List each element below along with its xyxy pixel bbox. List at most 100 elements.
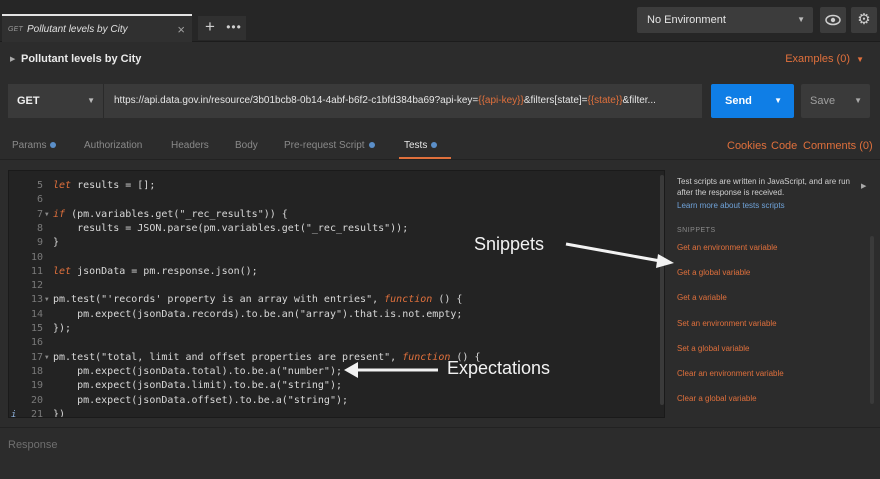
code-text: pm.expect(jsonData.offset).to.be.a("stri… — [53, 394, 348, 408]
url-input[interactable]: https://api.data.gov.in/resource/3b01bcb… — [104, 84, 702, 118]
new-tab-button[interactable]: + — [198, 16, 222, 40]
top-bar: GET Pollutant levels by City × + ••• No … — [0, 0, 880, 42]
active-tab-indicator — [399, 157, 451, 159]
url-mid: &filters[state]= — [523, 95, 588, 106]
code-line[interactable]: 19 pm.expect(jsonData.limit).to.be.a("st… — [9, 379, 664, 393]
line-number: 5 — [36, 180, 43, 191]
learn-more-link[interactable]: Learn more about tests scripts — [677, 201, 785, 210]
code-line[interactable]: 14 pm.expect(jsonData.records).to.be.an(… — [9, 308, 664, 322]
snippet-link[interactable]: Set a global variable — [677, 344, 750, 353]
code-link[interactable]: Code — [771, 140, 797, 152]
code-line[interactable]: 12 — [9, 279, 664, 293]
line-number: 16 — [30, 337, 43, 349]
chevron-down-icon[interactable]: ▼ — [856, 55, 864, 64]
code-line[interactable]: 20 pm.expect(jsonData.offset).to.be.a("s… — [9, 394, 664, 408]
code-line[interactable]: i 21}) — [9, 408, 664, 417]
snippet-link[interactable]: Get a global variable — [677, 268, 750, 277]
tab-prerequest-script[interactable]: Pre-request Script — [284, 140, 375, 151]
tests-code-editor[interactable]: 5 let results = []; 6 7 ▼ if (pm.variables.ge… — [8, 170, 665, 418]
save-button[interactable]: Save ▼ — [801, 84, 870, 118]
chevron-down-icon[interactable]: ▼ — [854, 84, 862, 118]
tab-authorization[interactable]: Authorization — [84, 140, 142, 151]
code-token: pm.expect(jsonData.total).to.be.a("numbe… — [53, 365, 342, 377]
code-line[interactable]: 13 ▼ pm.test("'records' property is an arr… — [9, 293, 664, 307]
editor-scrollbar[interactable] — [660, 175, 664, 405]
code-token: pm.expect(jsonData.offset).to.be.a("stri… — [53, 394, 349, 406]
expand-arrow-icon[interactable]: ▶ — [10, 55, 15, 63]
request-tab[interactable]: GET Pollutant levels by City × — [2, 14, 192, 42]
tab-tests[interactable]: Tests — [404, 140, 438, 151]
snippet-link[interactable]: Get a variable — [677, 293, 727, 302]
line-number: 18 — [30, 365, 43, 377]
chevron-down-icon: ▼ — [797, 15, 805, 24]
environment-select[interactable]: No Environment ▼ — [637, 7, 813, 33]
fold-icon[interactable]: ▼ — [45, 208, 49, 222]
status-dot — [368, 142, 375, 149]
code-text: }) — [53, 408, 65, 417]
tab-params-label: Params — [12, 140, 47, 151]
code-text: if (pm.variables.get("_rec_results")) { — [53, 208, 288, 222]
more-tabs-button[interactable]: ••• — [222, 16, 246, 40]
code-token: () { — [432, 294, 463, 306]
code-token: pm.test("'records' property is an array … — [53, 294, 385, 306]
code-token: jsonData = pm.response.json(); — [71, 265, 258, 277]
method-value: GET — [17, 95, 40, 107]
line-number: 15 — [30, 323, 43, 334]
line-number: 13 — [30, 294, 43, 306]
line-number: 20 — [30, 394, 43, 406]
code-line[interactable]: 16 — [9, 336, 664, 350]
tab-headers[interactable]: Headers — [171, 140, 209, 151]
chevron-down-icon[interactable]: ▼ — [774, 84, 782, 118]
request-name-row: ▶ Pollutant levels by City Examples (0) … — [0, 43, 880, 77]
method-select[interactable]: GET ▼ — [8, 84, 104, 118]
fold-icon[interactable]: ▼ — [45, 351, 49, 365]
send-label: Send — [725, 95, 752, 107]
fold-icon[interactable]: ▼ — [45, 293, 49, 307]
eye-icon[interactable] — [820, 7, 846, 33]
url-suffix: &filter... — [622, 95, 656, 106]
code-line[interactable]: 15}); — [9, 322, 664, 336]
send-button[interactable]: Send ▼ — [711, 84, 794, 118]
save-label: Save — [810, 95, 836, 107]
code-line[interactable]: 5 let results = []; — [9, 179, 664, 193]
gear-icon[interactable]: ⚙ — [851, 7, 877, 33]
url-row: GET ▼ https://api.data.gov.in/resource/3… — [0, 84, 880, 118]
code-line[interactable]: 8 results = JSON.parse(pm.variables.get(… — [9, 222, 664, 236]
code-token: results = JSON.parse(pm.variables.get("_… — [53, 222, 409, 234]
code-keyword: let — [53, 265, 72, 277]
snippet-link[interactable]: Get an environment variable — [677, 243, 778, 252]
code-line[interactable]: 7 ▼ if (pm.variables.get("_rec_results")) … — [9, 208, 664, 222]
tab-params[interactable]: Params — [12, 140, 57, 151]
cookies-link[interactable]: Cookies — [727, 140, 767, 152]
snippets-sidebar: Test scripts are written in JavaScript, … — [670, 170, 880, 420]
code-text: pm.expect(jsonData.total).to.be.a("numbe… — [53, 365, 342, 379]
snippet-link[interactable]: Clear an environment variable — [677, 369, 784, 378]
collapse-sidebar-icon[interactable]: ▶ — [861, 182, 866, 190]
code-text: pm.expect(jsonData.records).to.be.an("ar… — [53, 308, 462, 322]
tab-body[interactable]: Body — [235, 140, 258, 151]
code-line[interactable]: 6 — [9, 193, 664, 207]
snippet-link[interactable]: Set an environment variable — [677, 319, 777, 328]
request-subtabs: Params Authorization Headers Body Pre-re… — [0, 132, 880, 160]
snippets-arrow-icon — [565, 242, 674, 268]
line-number: 12 — [30, 280, 43, 292]
url-var-state: {{state}} — [587, 95, 623, 106]
close-icon[interactable]: × — [177, 22, 185, 37]
expectations-annotation: Expectations — [447, 358, 551, 378]
tab-prerequest-label: Pre-request Script — [284, 140, 365, 151]
comments-link[interactable]: Comments (0) — [803, 140, 873, 152]
url-prefix: https://api.data.gov.in/resource/3b01bcb… — [114, 95, 479, 106]
code-line[interactable]: 18 pm.expect(jsonData.total).to.be.a("nu… — [9, 365, 664, 379]
code-text: let results = []; — [53, 179, 155, 193]
response-panel[interactable]: Response — [0, 427, 880, 479]
snippet-link[interactable]: Clear a global variable — [677, 394, 757, 403]
response-label: Response — [8, 439, 58, 451]
sidebar-scrollbar[interactable] — [870, 236, 874, 404]
tab-tests-label: Tests — [404, 140, 428, 151]
line-number: 9 — [36, 237, 43, 249]
code-token: pm.expect(jsonData.records).to.be.an("ar… — [53, 308, 463, 320]
request-title[interactable]: Pollutant levels by City — [21, 53, 141, 65]
code-line[interactable]: 17 ▼ pm.test("total, limit and offset prop… — [9, 351, 664, 365]
examples-dropdown[interactable]: Examples (0) — [785, 53, 850, 65]
code-text: } — [53, 236, 59, 250]
